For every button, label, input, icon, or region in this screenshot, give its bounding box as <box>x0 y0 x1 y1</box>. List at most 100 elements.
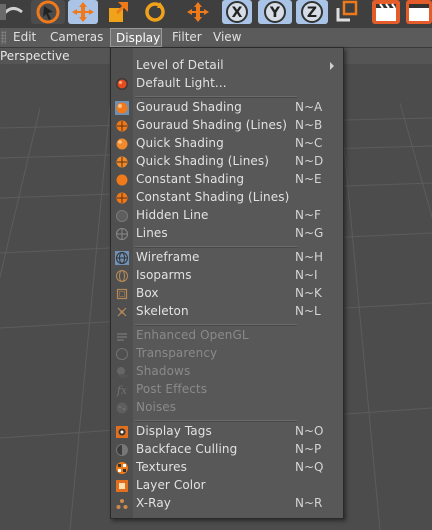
display-menu: Level of Detail Default Light... Gouraud… <box>110 47 344 519</box>
menu-item-box[interactable]: Box N~K <box>111 285 343 303</box>
box-icon <box>116 288 128 300</box>
submenu-arrow-icon <box>330 62 334 70</box>
noises-icon <box>116 402 128 414</box>
menu-item-label: Display Tags <box>136 424 212 438</box>
svg-text:Y: Y <box>269 5 281 21</box>
undo-icon[interactable] <box>0 0 26 24</box>
menu-item-label: Noises <box>136 400 177 414</box>
menu-item-label: Post Effects <box>136 382 208 396</box>
menu-separator <box>135 324 297 326</box>
menu-item-label: Skeleton <box>136 304 189 318</box>
y-axis-icon[interactable]: Y <box>258 0 292 24</box>
menu-item-post-effects[interactable]: fx Post Effects <box>111 381 343 399</box>
menu-item-label: Wireframe <box>136 250 200 264</box>
menu-item-default-light[interactable]: Default Light... <box>111 75 343 93</box>
layer-color-icon <box>116 480 128 492</box>
menu-item-constant-shading[interactable]: Constant Shading N~E <box>111 171 343 189</box>
menu-cameras[interactable]: Cameras <box>50 28 103 47</box>
menu-item-label: Hidden Line <box>136 208 209 222</box>
post-effects-icon: fx <box>116 384 128 397</box>
menu-item-gouraud-shading[interactable]: Gouraud Shading N~A <box>111 99 343 117</box>
menu-item-shortcut: N~G <box>295 226 324 240</box>
drag-grip-icon[interactable] <box>1 31 6 44</box>
menu-item-shortcut: N~P <box>295 442 322 456</box>
hidden-line-icon <box>116 210 128 222</box>
menu-separator <box>135 96 297 98</box>
backface-culling-icon <box>116 444 128 456</box>
menu-item-label: Default Light... <box>136 76 227 90</box>
menu-item-label: Level of Detail <box>136 58 224 72</box>
menu-item-shortcut: N~I <box>295 268 318 282</box>
menu-item-label: Transparency <box>136 346 218 360</box>
transform-icon[interactable] <box>182 0 214 24</box>
xray-icon <box>116 499 128 509</box>
render-picture-viewer-icon[interactable] <box>406 0 432 24</box>
quick-shading-icon <box>116 138 128 150</box>
move-icon[interactable] <box>68 0 98 24</box>
menu-item-label: Gouraud Shading (Lines) <box>136 118 288 132</box>
menu-edit[interactable]: Edit <box>13 28 36 47</box>
menu-item-gouraud-shading-lines[interactable]: Gouraud Shading (Lines) N~B <box>111 117 343 135</box>
menu-item-hidden-line[interactable]: Hidden Line N~F <box>111 207 343 225</box>
scale-icon[interactable] <box>104 0 134 24</box>
transparency-icon <box>116 348 128 360</box>
menu-item-shortcut: N~F <box>295 208 321 222</box>
wireframe-icon <box>115 251 129 265</box>
menu-item-label: Enhanced OpenGL <box>136 328 249 342</box>
menu-separator <box>135 246 297 248</box>
menu-item-shortcut: N~O <box>295 424 324 438</box>
enhanced-opengl-icon <box>117 333 127 341</box>
menu-item-textures[interactable]: Textures N~Q <box>111 459 343 477</box>
menu-item-transparency[interactable]: Transparency <box>111 345 343 363</box>
menu-item-display-tags[interactable]: Display Tags N~O <box>111 423 343 441</box>
menu-item-label: Backface Culling <box>136 442 238 456</box>
x-axis-icon[interactable]: X <box>222 0 252 24</box>
menu-item-wireframe[interactable]: Wireframe N~H <box>111 249 343 267</box>
svg-text:X: X <box>232 5 243 21</box>
menu-item-quick-shading[interactable]: Quick Shading N~C <box>111 135 343 153</box>
menu-view[interactable]: View <box>213 28 241 47</box>
render-view-icon[interactable] <box>372 0 400 24</box>
menu-item-label: Lines <box>136 226 168 240</box>
menu-item-label: X-Ray <box>136 496 171 510</box>
menu-item-shadows[interactable]: Shadows <box>111 363 343 381</box>
gouraud-lines-icon <box>116 120 128 132</box>
menu-item-constant-shading-lines[interactable]: Constant Shading (Lines) <box>111 189 343 207</box>
menu-item-label: Layer Color <box>136 478 206 492</box>
quick-lines-icon <box>116 156 128 168</box>
svg-text:Z: Z <box>307 5 317 21</box>
menu-item-shortcut: N~Q <box>295 460 324 474</box>
menu-item-x-ray[interactable]: X-Ray N~R <box>111 495 343 513</box>
menu-item-label: Constant Shading (Lines) <box>136 190 290 204</box>
z-axis-icon[interactable]: Z <box>296 0 328 24</box>
menu-item-isoparms[interactable]: Isoparms N~I <box>111 267 343 285</box>
menu-item-lines[interactable]: Lines N~G <box>111 225 343 243</box>
rotate-icon[interactable] <box>140 0 170 24</box>
menu-item-shortcut: N~H <box>295 250 324 264</box>
menu-item-quick-shading-lines[interactable]: Quick Shading (Lines) N~D <box>111 153 343 171</box>
isoparms-icon <box>116 270 128 282</box>
toolbar: X Y Z <box>0 0 432 28</box>
shadows-icon <box>117 367 128 378</box>
menu-item-layer-color[interactable]: Layer Color <box>111 477 343 495</box>
menu-item-label: Shadows <box>136 364 191 378</box>
menu-item-label: Quick Shading <box>136 136 224 150</box>
menu-item-label: Box <box>136 286 159 300</box>
viewport-menubar: Edit Cameras Display Filter View <box>0 28 432 48</box>
menu-item-shortcut: N~L <box>295 304 321 318</box>
menu-item-backface-culling[interactable]: Backface Culling N~P <box>111 441 343 459</box>
coordinate-system-icon[interactable] <box>332 0 364 24</box>
menu-display[interactable]: Display <box>110 28 162 47</box>
viewport-label: Perspective <box>0 49 70 63</box>
menu-item-level-of-detail[interactable]: Level of Detail <box>111 57 343 75</box>
menu-item-shortcut: N~B <box>295 118 323 132</box>
menu-item-shortcut: N~A <box>295 100 323 114</box>
gouraud-shading-icon <box>115 101 129 115</box>
menu-item-enhanced-opengl[interactable]: Enhanced OpenGL <box>111 327 343 345</box>
menu-item-shortcut: N~K <box>295 286 322 300</box>
textures-icon <box>116 462 128 474</box>
menu-item-noises[interactable]: Noises <box>111 399 343 417</box>
menu-item-skeleton[interactable]: Skeleton N~L <box>111 303 343 321</box>
menu-filter[interactable]: Filter <box>172 28 202 47</box>
live-selection-icon[interactable] <box>31 0 65 24</box>
